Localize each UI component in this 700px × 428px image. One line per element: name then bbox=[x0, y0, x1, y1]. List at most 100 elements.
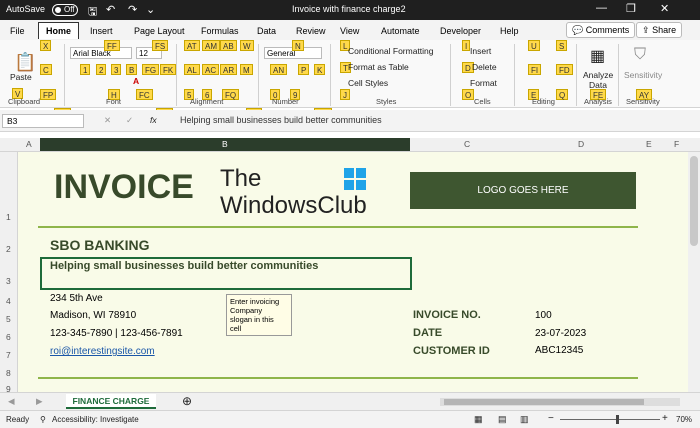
invoice-no-value[interactable]: 100 bbox=[535, 310, 552, 321]
sensitivity-icon[interactable]: ⛉ bbox=[634, 46, 646, 64]
keytip-fq: FQ bbox=[222, 89, 240, 100]
zoom-out-icon[interactable]: − bbox=[548, 413, 554, 424]
sensitivity-label[interactable]: Sensitivity bbox=[624, 70, 662, 80]
redo-icon[interactable]: ↷ bbox=[128, 3, 137, 16]
accessibility-status[interactable]: Accessibility: Investigate bbox=[52, 415, 139, 424]
horizontal-scrollbar[interactable] bbox=[440, 398, 680, 406]
autosave-label: AutoSave bbox=[6, 4, 46, 14]
insert-function-icon[interactable]: fx bbox=[150, 115, 157, 125]
customize-icon[interactable]: ⌄ bbox=[146, 3, 155, 16]
tab-insert[interactable]: Insert bbox=[90, 26, 113, 36]
normal-view-icon[interactable]: ▦ bbox=[474, 414, 483, 425]
tab-home[interactable]: Home bbox=[38, 22, 80, 39]
paste-label[interactable]: Paste bbox=[10, 72, 32, 82]
insert-button[interactable]: Insert bbox=[470, 46, 491, 56]
group-clipboard-label: Clipboard bbox=[8, 97, 41, 106]
row-header[interactable]: 8 bbox=[6, 368, 11, 378]
row-header[interactable]: 6 bbox=[6, 332, 11, 342]
font-name-select[interactable]: Arial Black bbox=[70, 47, 132, 59]
keytip-i: I bbox=[462, 40, 471, 51]
phone-numbers[interactable]: 123-345-7890 | 123-456-7891 bbox=[50, 328, 183, 339]
col-header-f[interactable]: F bbox=[674, 139, 679, 149]
share-button[interactable]: ⇪ Share bbox=[636, 22, 683, 38]
keytip-ff: FF bbox=[104, 40, 120, 51]
next-sheet-icon[interactable]: ▶ bbox=[36, 396, 43, 407]
ribbon: 📋 Paste X C FP V Clipboard FO Arial Blac… bbox=[0, 40, 700, 119]
cell-styles-button[interactable]: Cell Styles bbox=[348, 78, 388, 88]
col-header-e[interactable]: E bbox=[646, 139, 652, 149]
prev-sheet-icon[interactable]: ◀ bbox=[8, 396, 15, 407]
zoom-in-icon[interactable]: + bbox=[662, 413, 668, 424]
invoice-no-label[interactable]: INVOICE NO. bbox=[413, 309, 481, 321]
tab-automate[interactable]: Automate bbox=[381, 26, 420, 36]
keytip-k: K bbox=[314, 64, 326, 75]
col-header-a[interactable]: A bbox=[26, 139, 32, 149]
company-name[interactable]: SBO BANKING bbox=[50, 237, 150, 253]
tab-developer[interactable]: Developer bbox=[440, 26, 481, 36]
date-label[interactable]: DATE bbox=[413, 327, 442, 339]
zoom-slider-thumb[interactable] bbox=[616, 415, 619, 424]
tooltip-line: Company bbox=[230, 306, 263, 315]
format-button[interactable]: Format bbox=[470, 78, 497, 88]
zoom-slider[interactable] bbox=[560, 419, 660, 420]
keytip-fd: FD bbox=[556, 64, 573, 75]
date-value[interactable]: 23-07-2023 bbox=[535, 328, 586, 339]
analyze-data-label[interactable]: Analyze bbox=[583, 70, 613, 80]
col-header-b[interactable]: B bbox=[222, 139, 228, 149]
vertical-scrollbar[interactable] bbox=[688, 152, 700, 392]
page-layout-view-icon[interactable]: ▤ bbox=[498, 414, 507, 425]
col-header-d[interactable]: D bbox=[578, 139, 584, 149]
name-box[interactable]: B3 bbox=[2, 114, 84, 128]
tab-formulas[interactable]: Formulas bbox=[201, 26, 239, 36]
cancel-icon[interactable]: ✕ bbox=[104, 115, 111, 126]
worksheet[interactable]: INVOICE The WindowsClub LOGO GOES HERE S… bbox=[18, 152, 688, 392]
format-as-table-button[interactable]: Format as Table bbox=[348, 62, 409, 72]
row-header[interactable]: 1 bbox=[6, 212, 11, 222]
add-sheet-icon[interactable]: ⊕ bbox=[182, 394, 192, 408]
keytip-fg: FG bbox=[142, 64, 160, 75]
keytip-an: AN bbox=[270, 64, 288, 75]
tab-help[interactable]: Help bbox=[500, 26, 519, 36]
autosave-toggle[interactable]: Off bbox=[52, 4, 78, 16]
keytip-q: Q bbox=[556, 89, 569, 100]
address-line-1[interactable]: 234 5th Ave bbox=[50, 293, 103, 304]
row-header[interactable]: 7 bbox=[6, 350, 11, 360]
email-link[interactable]: roi@interestingsite.com bbox=[50, 346, 155, 357]
tab-page-layout[interactable]: Page Layout bbox=[134, 26, 185, 36]
keytip-ab: AB bbox=[220, 40, 237, 51]
keytip-at: AT bbox=[184, 40, 200, 51]
enter-icon[interactable]: ✓ bbox=[126, 115, 133, 126]
keytip-u: U bbox=[528, 40, 540, 51]
group-alignment-label: Alignment bbox=[190, 97, 224, 106]
group-cells-label: Cells bbox=[474, 97, 491, 106]
customer-id-value[interactable]: ABC12345 bbox=[535, 345, 583, 356]
customer-id-label[interactable]: CUSTOMER ID bbox=[413, 345, 490, 357]
col-header-c[interactable]: C bbox=[464, 139, 470, 149]
formula-input[interactable]: Helping small businesses build better co… bbox=[180, 115, 382, 125]
sheet-tab-finance-charge[interactable]: FINANCE CHARGE bbox=[66, 394, 156, 409]
font-color-icon[interactable]: A bbox=[133, 76, 139, 86]
page-break-view-icon[interactable]: ▥ bbox=[520, 414, 529, 425]
logo-placeholder[interactable]: LOGO GOES HERE bbox=[410, 172, 636, 209]
close-icon[interactable]: ✕ bbox=[660, 2, 669, 15]
comments-button[interactable]: 💬 Comments bbox=[566, 22, 636, 38]
title-bar: AutoSave Off 🖫 ↶ ↷ ⌄ Invoice with financ… bbox=[0, 0, 700, 20]
maximize-icon[interactable]: ❐ bbox=[626, 2, 636, 15]
invoice-title[interactable]: INVOICE bbox=[54, 168, 194, 207]
tab-data[interactable]: Data bbox=[257, 26, 276, 36]
row-header[interactable]: 4 bbox=[6, 296, 11, 306]
minimize-icon[interactable]: — bbox=[596, 2, 607, 14]
row-header[interactable]: 5 bbox=[6, 314, 11, 324]
tab-file[interactable]: File bbox=[10, 26, 25, 36]
analyze-data-icon[interactable]: ▦ bbox=[590, 46, 605, 66]
delete-button[interactable]: Delete bbox=[472, 62, 497, 72]
row-header[interactable]: 3 bbox=[6, 276, 11, 286]
undo-icon[interactable]: ↶ bbox=[106, 3, 115, 16]
paste-icon[interactable]: 📋 bbox=[14, 52, 36, 73]
address-line-2[interactable]: Madison, WI 78910 bbox=[50, 310, 136, 321]
zoom-level[interactable]: 70% bbox=[676, 415, 692, 424]
tab-review[interactable]: Review bbox=[296, 26, 326, 36]
tab-view[interactable]: View bbox=[340, 26, 359, 36]
row-header[interactable]: 2 bbox=[6, 244, 11, 254]
conditional-formatting-button[interactable]: Conditional Formatting bbox=[348, 46, 434, 56]
